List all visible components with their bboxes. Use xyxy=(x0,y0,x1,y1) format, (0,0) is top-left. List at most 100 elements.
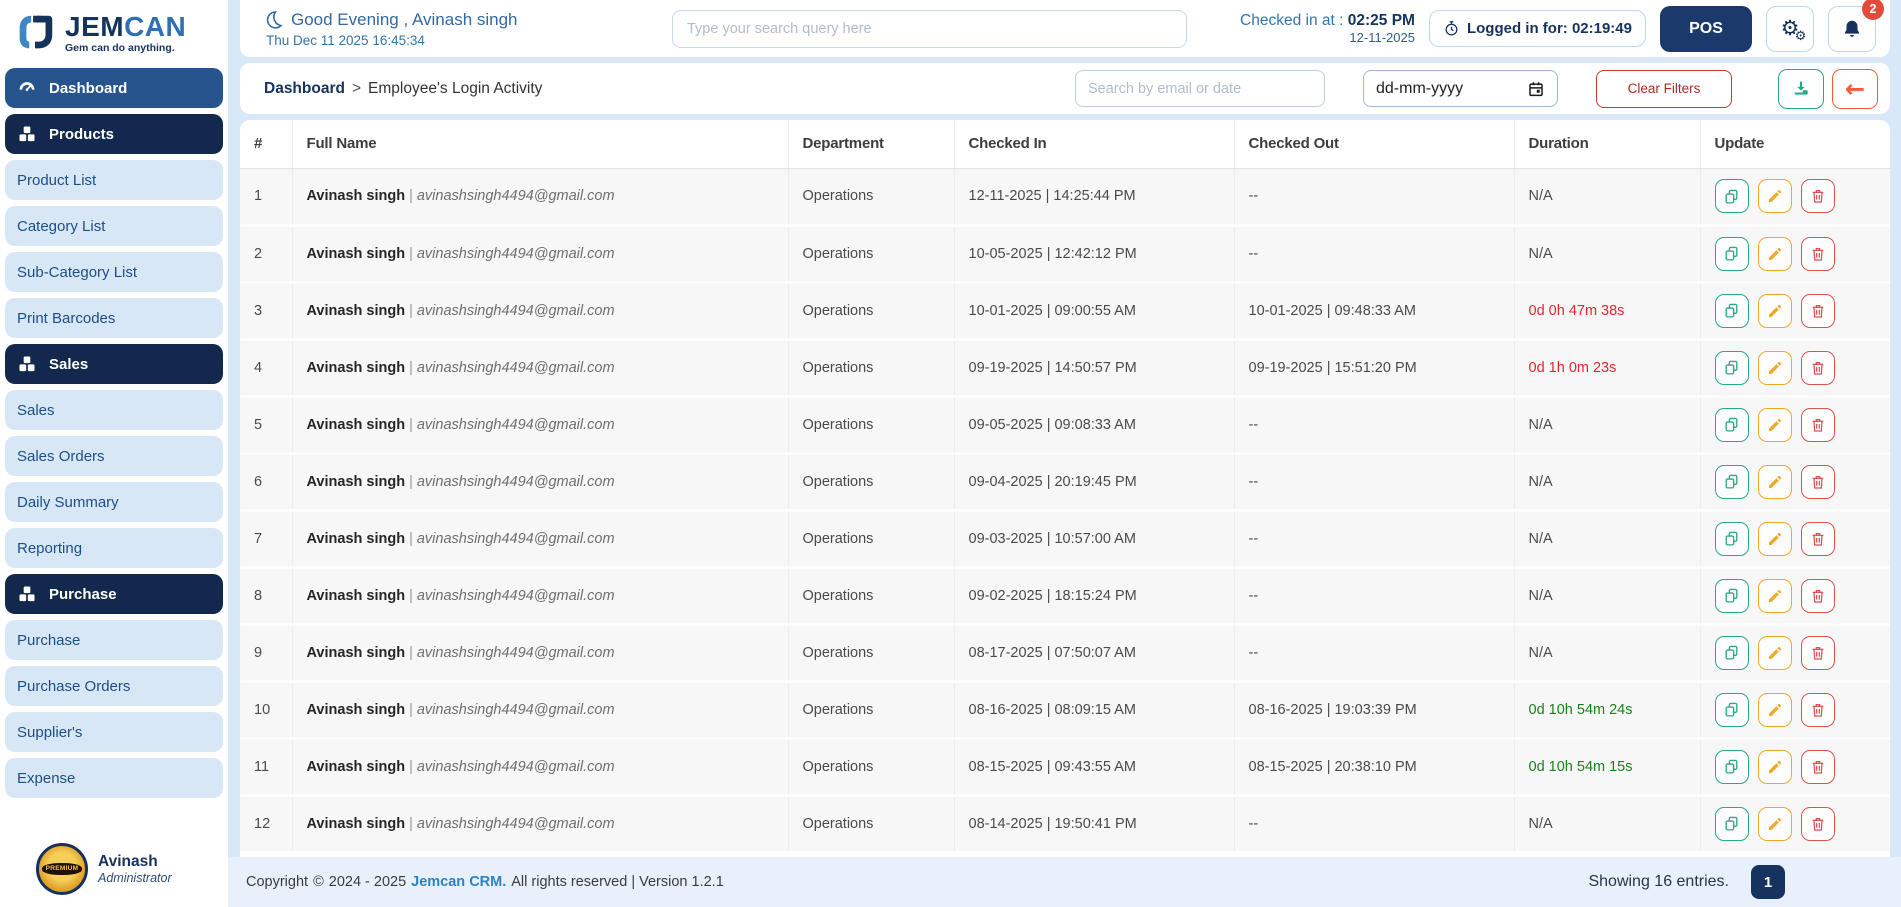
breadcrumb-dashboard-link[interactable]: Dashboard xyxy=(264,80,345,98)
delete-row-button[interactable] xyxy=(1801,636,1835,670)
copy-row-button[interactable] xyxy=(1715,807,1749,841)
copy-icon xyxy=(1723,416,1740,433)
department-cell: Operations xyxy=(788,396,954,453)
sidebar-item-purchase[interactable]: Purchase xyxy=(5,574,223,614)
column-header-department: Department xyxy=(788,120,954,168)
pos-button[interactable]: POS xyxy=(1660,6,1752,52)
sidebar-item-supplier-s[interactable]: Supplier's xyxy=(5,712,223,752)
sidebar-item-purchase[interactable]: Purchase xyxy=(5,620,223,660)
trash-icon xyxy=(1810,531,1826,547)
sidebar-item-sales-orders[interactable]: Sales Orders xyxy=(5,436,223,476)
checked-out-cell: -- xyxy=(1234,567,1514,624)
full-name-cell: Avinash singh|avinashsingh4494@gmail.com xyxy=(292,396,788,453)
delete-row-button[interactable] xyxy=(1801,807,1835,841)
update-cell xyxy=(1700,738,1890,795)
checked-out-cell: -- xyxy=(1234,396,1514,453)
checked-out-cell: -- xyxy=(1234,624,1514,681)
delete-row-button[interactable] xyxy=(1801,294,1835,328)
sidebar-item-label: Sub-Category List xyxy=(17,264,137,281)
copy-row-button[interactable] xyxy=(1715,750,1749,784)
copy-row-button[interactable] xyxy=(1715,579,1749,613)
delete-row-button[interactable] xyxy=(1801,465,1835,499)
edit-row-button[interactable] xyxy=(1758,465,1792,499)
sidebar-item-sales[interactable]: Sales xyxy=(5,344,223,384)
delete-row-button[interactable] xyxy=(1801,579,1835,613)
breadcrumb: Dashboard > Employee's Login Activity xyxy=(264,80,542,98)
sidebar-item-label: Purchase xyxy=(17,632,80,649)
copy-row-button[interactable] xyxy=(1715,522,1749,556)
full-name-cell: Avinash singh|avinashsingh4494@gmail.com xyxy=(292,168,788,225)
sidebar-item-sales[interactable]: Sales xyxy=(5,390,223,430)
update-cell xyxy=(1700,795,1890,852)
sidebar-nav: Dashboard Products Product List Category… xyxy=(0,62,228,835)
pencil-icon xyxy=(1767,759,1783,775)
download-button[interactable] xyxy=(1778,69,1824,109)
breadcrumb-separator: > xyxy=(352,80,361,98)
sidebar-item-label: Dashboard xyxy=(49,80,127,97)
edit-row-button[interactable] xyxy=(1758,807,1792,841)
date-filter-input[interactable]: dd-mm-yyyy xyxy=(1363,70,1558,107)
edit-row-button[interactable] xyxy=(1758,750,1792,784)
filter-bar: Dashboard > Employee's Login Activity dd… xyxy=(240,63,1890,114)
email-date-search-input[interactable] xyxy=(1075,70,1325,107)
checked-out-cell: -- xyxy=(1234,510,1514,567)
trash-icon xyxy=(1810,188,1826,204)
edit-row-button[interactable] xyxy=(1758,179,1792,213)
department-cell: Operations xyxy=(788,225,954,282)
copy-icon xyxy=(1723,587,1740,604)
footer-brand-link[interactable]: Jemcan CRM. xyxy=(411,874,506,890)
pagination-page-1-button[interactable]: 1 xyxy=(1751,865,1785,899)
pencil-icon xyxy=(1767,417,1783,433)
sidebar-item-expense[interactable]: Expense xyxy=(5,758,223,798)
sidebar-item-print-barcodes[interactable]: Print Barcodes xyxy=(5,298,223,338)
edit-row-button[interactable] xyxy=(1758,522,1792,556)
sidebar-item-sub-category-list[interactable]: Sub-Category List xyxy=(5,252,223,292)
back-button[interactable]: ← xyxy=(1832,69,1878,109)
delete-row-button[interactable] xyxy=(1801,522,1835,556)
edit-row-button[interactable] xyxy=(1758,408,1792,442)
copy-row-button[interactable] xyxy=(1715,294,1749,328)
sidebar-item-label: Print Barcodes xyxy=(17,310,115,327)
sidebar-user[interactable]: PREMIUM Avinash Administrator xyxy=(0,835,228,907)
delete-row-button[interactable] xyxy=(1801,351,1835,385)
table-row: 10 Avinash singh|avinashsingh4494@gmail.… xyxy=(240,681,1890,738)
edit-row-button[interactable] xyxy=(1758,636,1792,670)
copy-row-button[interactable] xyxy=(1715,351,1749,385)
sidebar-item-reporting[interactable]: Reporting xyxy=(5,528,223,568)
copy-row-button[interactable] xyxy=(1715,636,1749,670)
download-icon xyxy=(1791,79,1811,99)
copy-icon xyxy=(1723,701,1740,718)
duration-cell: N/A xyxy=(1514,453,1700,510)
copy-row-button[interactable] xyxy=(1715,693,1749,727)
delete-row-button[interactable] xyxy=(1801,408,1835,442)
edit-row-button[interactable] xyxy=(1758,693,1792,727)
sidebar-item-daily-summary[interactable]: Daily Summary xyxy=(5,482,223,522)
edit-row-button[interactable] xyxy=(1758,579,1792,613)
copy-row-button[interactable] xyxy=(1715,237,1749,271)
sidebar-item-category-list[interactable]: Category List xyxy=(5,206,223,246)
column-header-checked-in: Checked In xyxy=(954,120,1234,168)
edit-row-button[interactable] xyxy=(1758,237,1792,271)
delete-row-button[interactable] xyxy=(1801,750,1835,784)
sidebar-item-products[interactable]: Products xyxy=(5,114,223,154)
sidebar-item-label: Sales Orders xyxy=(17,448,105,465)
bell-icon xyxy=(1841,18,1863,40)
sidebar-item-purchase-orders[interactable]: Purchase Orders xyxy=(5,666,223,706)
delete-row-button[interactable] xyxy=(1801,237,1835,271)
notifications-button[interactable]: 2 xyxy=(1828,6,1876,52)
copy-row-button[interactable] xyxy=(1715,408,1749,442)
copy-row-button[interactable] xyxy=(1715,179,1749,213)
logged-in-duration[interactable]: Logged in for: 02:19:49 xyxy=(1429,10,1646,47)
sidebar-item-product-list[interactable]: Product List xyxy=(5,160,223,200)
delete-row-button[interactable] xyxy=(1801,179,1835,213)
pencil-icon xyxy=(1767,188,1783,204)
full-name-cell: Avinash singh|avinashsingh4494@gmail.com xyxy=(292,225,788,282)
settings-button[interactable]: ⚙⚙ xyxy=(1766,6,1814,52)
edit-row-button[interactable] xyxy=(1758,351,1792,385)
sidebar-item-dashboard[interactable]: Dashboard xyxy=(5,68,223,108)
global-search-input[interactable] xyxy=(672,10,1187,48)
copy-row-button[interactable] xyxy=(1715,465,1749,499)
edit-row-button[interactable] xyxy=(1758,294,1792,328)
clear-filters-button[interactable]: Clear Filters xyxy=(1596,70,1732,108)
delete-row-button[interactable] xyxy=(1801,693,1835,727)
